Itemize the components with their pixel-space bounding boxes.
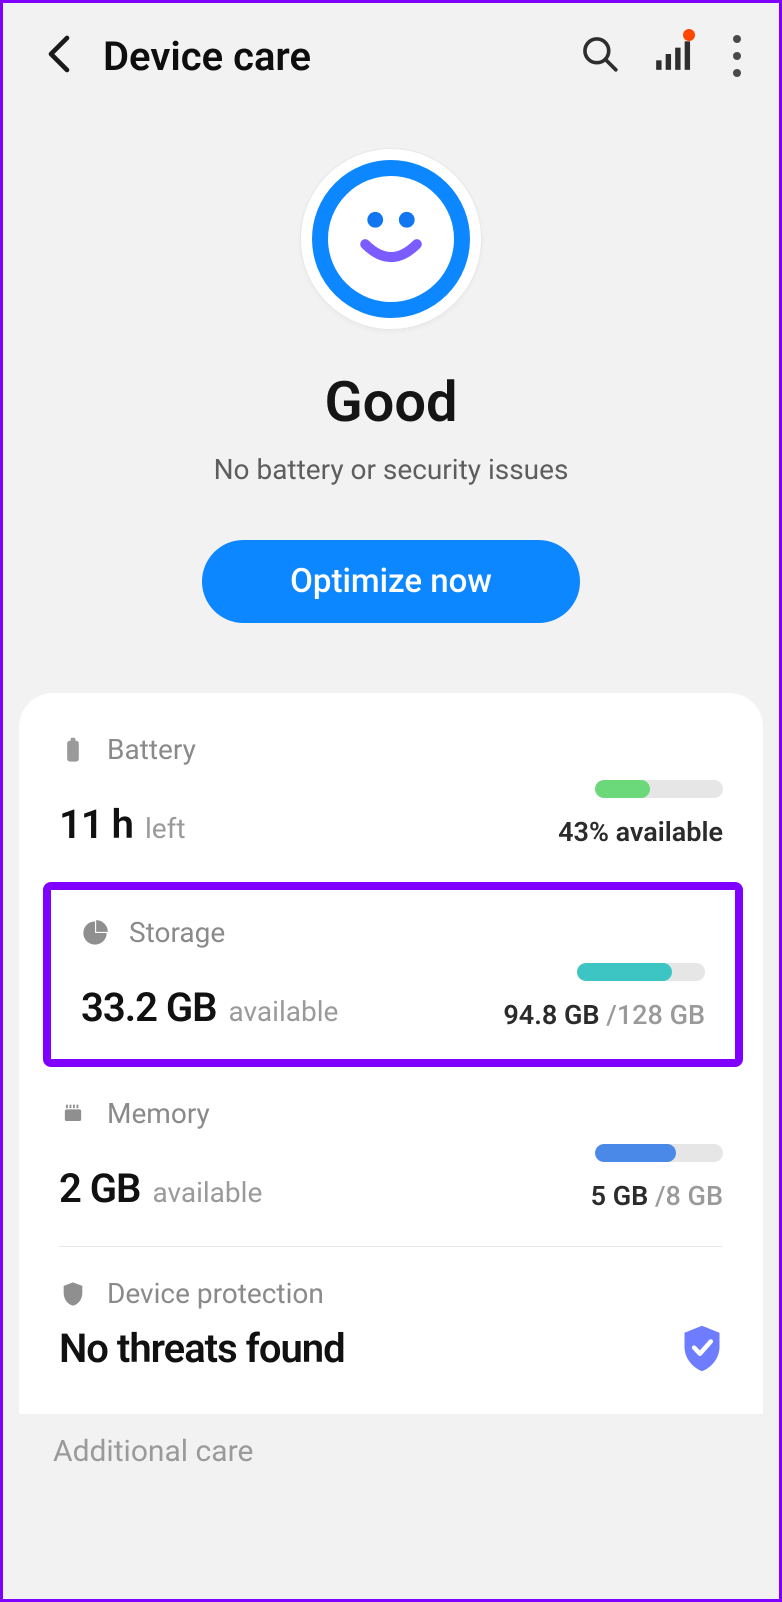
memory-bar — [595, 1144, 723, 1162]
header-actions — [581, 31, 749, 81]
battery-bar — [595, 780, 723, 798]
protection-status: No threats found — [59, 1325, 345, 1372]
care-card: Battery 11 h left 43% available Storage … — [19, 693, 763, 1414]
storage-right-text: 94.8 GB /128 GB — [503, 999, 705, 1031]
shield-check-icon — [681, 1324, 723, 1372]
battery-value: 11 h — [59, 801, 133, 848]
battery-icon — [59, 736, 87, 764]
notification-dot-icon — [683, 29, 695, 41]
status-title: Good — [3, 369, 779, 435]
protection-label: Device protection — [107, 1277, 324, 1310]
shield-icon — [59, 1280, 87, 1308]
search-icon[interactable] — [581, 35, 619, 77]
storage-suffix: available — [229, 995, 339, 1028]
storage-bar — [577, 963, 705, 981]
memory-value: 2 GB — [59, 1165, 140, 1212]
memory-label: Memory — [107, 1097, 210, 1130]
memory-row[interactable]: Memory 2 GB available 5 GB /8 GB — [19, 1067, 763, 1246]
status-subtitle: No battery or security issues — [3, 453, 779, 486]
status-block: Good No battery or security issues Optim… — [3, 101, 779, 693]
page-title: Device care — [103, 33, 553, 80]
signal-bars-icon — [653, 58, 691, 77]
battery-row[interactable]: Battery 11 h left 43% available — [19, 703, 763, 882]
memory-right-text: 5 GB /8 GB — [591, 1180, 723, 1212]
back-icon[interactable] — [43, 32, 75, 80]
storage-label: Storage — [129, 916, 225, 949]
protection-row[interactable]: Device protection No threats found — [19, 1247, 763, 1410]
storage-value: 33.2 GB — [81, 984, 217, 1031]
more-icon[interactable] — [725, 31, 749, 81]
memory-suffix: available — [152, 1176, 262, 1209]
storage-icon — [81, 919, 109, 947]
battery-label: Battery — [107, 733, 196, 766]
additional-care-heading: Additional care — [3, 1414, 779, 1469]
signal-wrap[interactable] — [653, 35, 691, 77]
battery-right-text: 43% available — [558, 816, 723, 848]
status-face-icon — [301, 149, 481, 329]
optimize-button[interactable]: Optimize now — [202, 540, 580, 623]
storage-row[interactable]: Storage 33.2 GB available 94.8 GB /128 G… — [43, 882, 743, 1067]
header: Device care — [3, 3, 779, 101]
memory-icon — [59, 1100, 87, 1128]
battery-suffix: left — [145, 812, 186, 845]
